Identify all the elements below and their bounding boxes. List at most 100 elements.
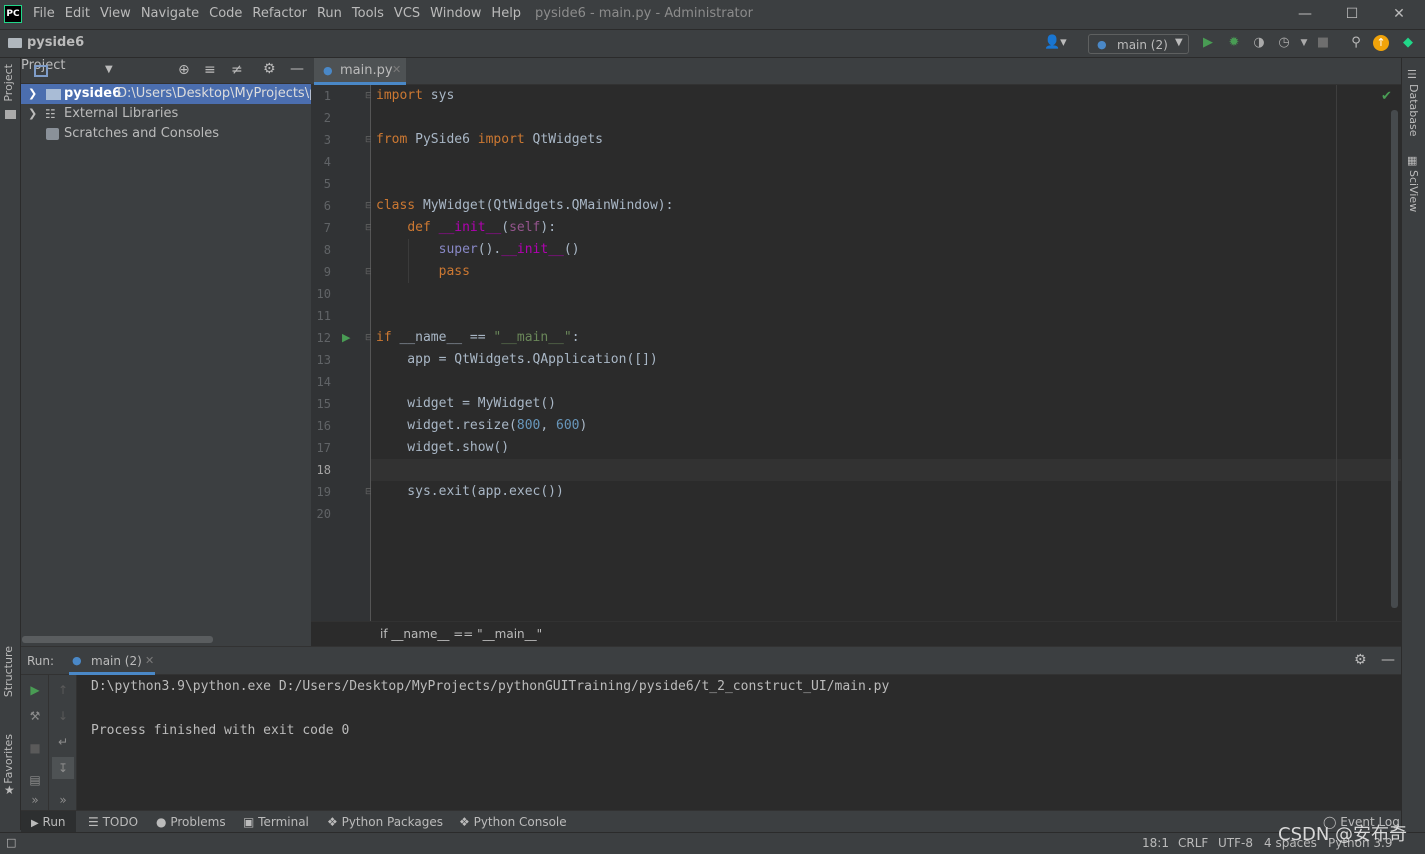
project-tool-tab[interactable]: Project [2,64,15,102]
debug-icon[interactable]: ✹ [1225,34,1243,52]
chevron-right-icon[interactable]: ❯ [28,84,37,104]
panel-toggle-icon[interactable]: □ [6,836,16,849]
pycharm-logo: PC [4,5,22,23]
menu-window[interactable]: Window [425,6,486,21]
close-window-button[interactable]: ✕ [1376,0,1422,30]
arrow-down-icon[interactable]: ↓ [54,707,72,725]
more-icon[interactable]: » [54,791,72,809]
database-tool-tab[interactable]: Database [1407,84,1420,137]
close-tab-icon[interactable]: ✕ [392,63,401,76]
python-console-icon: ❖ [459,815,470,829]
line-number: 7 [323,221,331,235]
scroll-to-end-icon[interactable]: ↧ [52,757,74,779]
favorites-tool-tab[interactable]: Favorites [2,734,15,784]
project-panel-header: Project ▼ ⊕ ≡ ≠ ⚙ — [21,58,311,84]
code-line: widget.show() [376,440,510,455]
more-run-icon[interactable]: ▼ [1295,34,1313,52]
menu-navigate[interactable]: Navigate [136,6,204,21]
hide-icon[interactable]: — [290,61,304,77]
menu-edit[interactable]: Edit [60,6,95,21]
run-tab-label[interactable]: main (2) [91,654,142,668]
menu-run[interactable]: Run [312,6,347,21]
right-tool-stripe: ☰ Database ▦ SciView [1401,58,1425,830]
tab-label: main.py [340,63,393,78]
line-number: 15 [316,397,331,411]
editor-breadcrumb-bar: if __name__ == "__main__" [311,621,1401,646]
update-icon[interactable]: ↑ [1373,35,1389,51]
stop-icon[interactable]: ■ [1314,34,1332,52]
list-icon: ☰ [88,815,99,829]
bottom-tab-terminal[interactable]: ▣ Terminal [243,815,309,829]
run-configuration-select[interactable]: ● main (2) ▼ [1088,34,1189,54]
menu-help[interactable]: Help [486,6,526,21]
rerun-icon[interactable]: ▶ [26,681,44,699]
collapse-all-icon[interactable]: ≠ [231,62,243,78]
no-problems-check-icon[interactable]: ✔ [1381,89,1392,104]
minimize-button[interactable]: — [1282,0,1328,30]
tree-item-pyside6[interactable]: ❯ pyside6 D:\Users\Desktop\MyProjects\py [21,84,311,104]
menu-file[interactable]: File [28,6,60,21]
editor-tab-bar: ● main.py ✕ [311,58,1401,85]
bottom-tab-python-packages[interactable]: ❖ Python Packages [327,815,443,829]
menu-code[interactable]: Code [204,6,247,21]
soft-wrap-icon[interactable]: ↵ [54,733,72,751]
run-gutter-icon[interactable]: ▶ [342,331,350,344]
console-command: D:\python3.9\python.exe D:/Users/Desktop… [91,679,890,694]
window-title: pyside6 - main.py - Administrator [535,6,753,21]
search-icon[interactable]: ⚲ [1347,34,1365,52]
chevron-right-icon[interactable]: ❯ [28,104,37,124]
console-toolbar: ↑ ↓ ↵ ↧ » [49,675,77,811]
bottom-tab-problems[interactable]: ● Problems [156,815,226,829]
horizontal-scrollbar[interactable] [22,636,213,643]
run-config-label: main (2) [1117,38,1168,52]
layout-icon[interactable]: ▤ [26,771,44,789]
stop-icon[interactable]: ■ [26,739,44,757]
star-icon: ★ [4,783,15,797]
line-separator[interactable]: CRLF [1178,836,1208,850]
code-line: def __init__(self): [407,220,557,235]
left-tool-stripe: Project Structure Favorites ★ [0,58,21,830]
expand-all-icon[interactable]: ≡ [204,62,216,78]
vertical-scrollbar[interactable] [1391,110,1398,608]
bottom-tab-run[interactable]: ▶ Run [21,811,76,833]
bottom-tab-python-console[interactable]: ❖ Python Console [459,815,567,829]
wrench-icon[interactable]: ⚒ [26,707,44,725]
bottom-tab-label: Python Console [473,815,567,829]
caret-position[interactable]: 18:1 [1142,836,1169,850]
arrow-up-icon[interactable]: ↑ [54,681,72,699]
maximize-button[interactable]: ☐ [1329,0,1375,30]
user-icon[interactable]: 👤▾ [1044,35,1067,50]
console-output: Process finished with exit code 0 [91,723,350,738]
code-with-me-icon[interactable]: ◆ [1399,34,1417,52]
tree-item-external-libraries[interactable]: ❯ ☷ External Libraries [21,104,311,124]
tab-main-py[interactable]: ● main.py ✕ [314,58,406,85]
line-number: 3 [323,133,331,147]
coverage-icon[interactable]: ◑ [1250,34,1268,52]
line-number-current: 18 [316,463,331,477]
structure-tool-tab[interactable]: Structure [2,646,15,697]
menu-refactor[interactable]: Refactor [247,6,312,21]
project-panel: Project ▼ ⊕ ≡ ≠ ⚙ — ❯ pyside6 D:\Users\D… [21,58,311,646]
profile-icon[interactable]: ◷ [1275,34,1293,52]
locate-icon[interactable]: ⊕ [178,62,190,78]
close-tab-icon[interactable]: ✕ [145,654,154,667]
sciview-tool-tab[interactable]: SciView [1407,170,1420,212]
file-encoding[interactable]: UTF-8 [1218,836,1253,850]
breadcrumb-scope[interactable]: if __name__ == "__main__" [380,627,542,641]
bottom-tab-todo[interactable]: ☰ TODO [88,815,138,829]
code-editor[interactable]: import sys from PySide6 import QtWidgets… [371,85,1401,621]
menu-tools[interactable]: Tools [347,6,389,21]
code-line: widget = MyWidget() [376,396,557,411]
menu-view[interactable]: View [95,6,136,21]
gear-icon[interactable]: ⚙ [263,61,276,77]
breadcrumb-project[interactable]: pyside6 [27,35,84,50]
more-icon[interactable]: » [26,791,44,809]
status-bar: □ 18:1 CRLF UTF-8 4 spaces Python 3.9 [0,832,1425,854]
chevron-down-icon[interactable]: ▼ [105,64,113,75]
menu-vcs[interactable]: VCS [389,6,425,21]
line-number: 8 [323,243,331,257]
gear-icon[interactable]: ⚙ [1354,652,1367,668]
hide-icon[interactable]: — [1381,652,1395,668]
tree-item-scratches[interactable]: Scratches and Consoles [21,124,311,144]
run-icon[interactable]: ▶ [1199,34,1217,52]
